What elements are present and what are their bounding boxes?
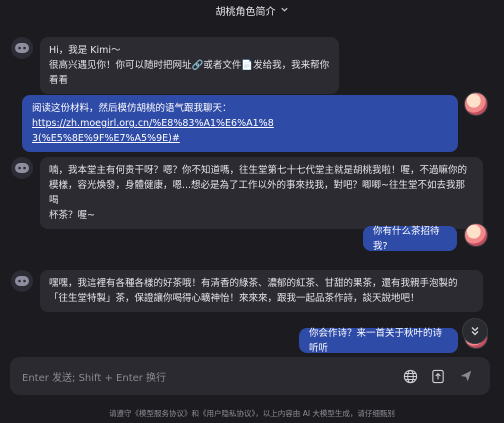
assistant-message: 喃，我本堂主有何贵干呀？嗯？你不知道嗎，往生堂第七十七代堂主就是胡桃我啦！喔，不… — [40, 157, 483, 229]
message-text: 你有什么茶招待我? — [373, 225, 440, 252]
kimi-avatar — [11, 157, 33, 179]
message-text: 阅读这份材料，然后模仿胡桃的语气跟我聊天： — [32, 103, 232, 114]
message-line: 「往生堂特製」茶，保證讓你喝得心曠神怡！來來來，跟我一起品茶作詩，談天說地吧！ — [49, 293, 420, 304]
message-text: 你会作诗？来一首关于秋叶的诗听听 — [309, 327, 443, 354]
kimi-avatar — [11, 270, 33, 292]
user-avatar — [464, 223, 488, 247]
user-avatar — [464, 92, 488, 116]
user-message: 你有什么茶招待我? — [363, 225, 457, 252]
upload-icon[interactable] — [428, 366, 448, 386]
message-line: 喃，我本堂主有何贵干呀？嗯？你不知道嗎，往生堂第七十七代堂主就是胡桃我啦！喔，不… — [49, 165, 468, 176]
scroll-to-bottom-button[interactable] — [462, 318, 488, 344]
send-icon[interactable] — [456, 366, 476, 386]
material-link-continued[interactable]: 3(%E5%8E%9F%E7%A5%9E)# — [32, 133, 180, 144]
material-link[interactable]: https://zh.moegirl.org.cn/%E8%83%A1%E6%A… — [32, 118, 274, 129]
message-input[interactable]: Enter 发送; Shift + Enter 换行 — [22, 369, 400, 384]
kimi-avatar — [11, 37, 33, 59]
message-line: 杯茶？喔~ — [49, 210, 95, 221]
assistant-message: 嘿嘿，我這裡有各種各樣的好茶哦！有清香的綠茶、濃郁的紅茶、甘甜的果茶，還有我親手… — [40, 270, 483, 312]
message-line: 很高兴遇见你！你可以随时把网址🔗或者文件📄发给我，我来帮你看看 — [49, 60, 330, 86]
message-line: Hi，我是 Kimi～ — [49, 45, 121, 56]
kimi-bot-icon — [15, 276, 29, 286]
conversation-title-bar[interactable]: 胡桃角色简介 — [0, 0, 504, 20]
user-message: 阅读这份材料，然后模仿胡桃的语气跟我聊天： https://zh.moegirl.… — [22, 95, 458, 152]
kimi-bot-icon — [15, 43, 29, 53]
double-chevron-down-icon — [471, 327, 479, 336]
kimi-bot-icon — [15, 163, 29, 173]
user-message: 你会作诗？来一首关于秋叶的诗听听 — [299, 327, 458, 354]
globe-icon[interactable] — [400, 366, 420, 386]
chevron-down-icon — [280, 5, 289, 16]
message-line: 模樣，容光煥發，身體健康，嗯...想必是為了工作以外的事來找我，對吧？唧唧~往生… — [49, 180, 466, 206]
chat-input-bar[interactable]: Enter 发送; Shift + Enter 换行 — [10, 357, 490, 395]
disclaimer-text: 请遵守《模型服务协议》和《用户隐私协议》，以上内容由 AI 大模型生成，请仔细甄… — [109, 409, 395, 418]
message-line: 嘿嘿，我這裡有各種各樣的好茶哦！有清香的綠茶、濃郁的紅茶、甘甜的果茶，還有我親手… — [49, 278, 458, 289]
page-title: 胡桃角色简介 — [215, 6, 276, 18]
assistant-message: Hi，我是 Kimi～ 很高兴遇见你！你可以随时把网址🔗或者文件📄发给我，我来帮… — [40, 37, 339, 94]
